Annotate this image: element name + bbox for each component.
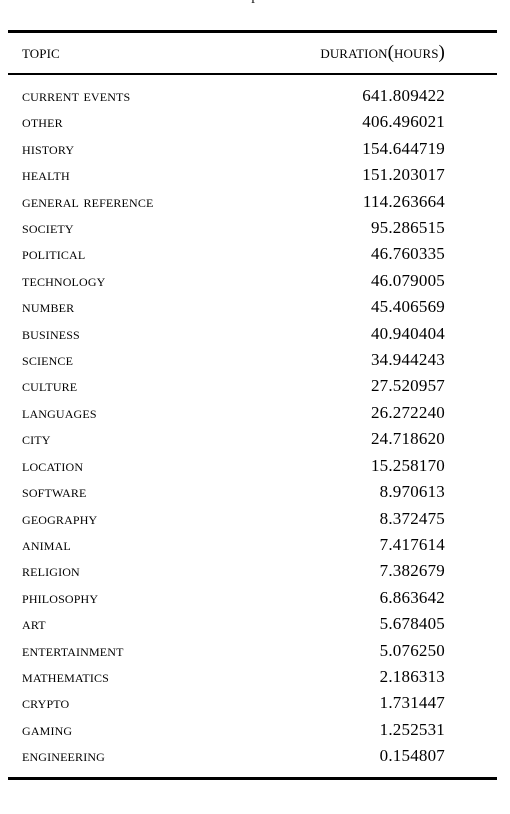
cell-topic: Health: [22, 165, 70, 185]
table-row: Number 45.406569: [8, 294, 497, 320]
table-row: Engineering 0.154807: [8, 743, 497, 776]
cell-topic: Current Events: [22, 86, 131, 105]
cell-duration: 6.863642: [379, 587, 445, 607]
cell-topic: Software: [22, 482, 87, 502]
table-row: Culture 27.520957: [8, 373, 497, 399]
cell-duration: 95.286515: [370, 218, 445, 238]
cell-topic: City: [22, 429, 51, 449]
table-row: Technology 46.079005: [8, 268, 497, 294]
cell-topic: Geography: [22, 508, 98, 528]
cell-topic: Languages: [22, 402, 97, 422]
table-row: Political 46.760335: [8, 241, 497, 267]
cell-duration: 7.382679: [379, 561, 445, 581]
table-row: Software 8.970613: [8, 479, 497, 505]
cell-duration: 27.520957: [370, 376, 445, 396]
cell-duration: 26.272240: [370, 402, 445, 422]
topic-duration-table: Topic Duration(hours) Current Events 641.…: [8, 30, 497, 780]
cell-duration: 8.970613: [379, 482, 445, 502]
table-row: Science 34.944243: [8, 347, 497, 373]
cell-topic: Location: [22, 455, 84, 475]
table-row: Geography 8.372475: [8, 506, 497, 532]
cell-duration: 151.203017: [362, 165, 445, 185]
column-header-row: Topic Duration(hours): [8, 33, 497, 73]
table-row: Entertainment 5.076250: [8, 638, 497, 664]
table-row: History 154.644719: [8, 136, 497, 162]
table-row: Philosophy 6.863642: [8, 585, 497, 611]
cell-topic: Business: [22, 323, 80, 343]
cell-duration: 8.372475: [379, 508, 445, 528]
cell-topic: Gaming: [22, 719, 73, 739]
bottom-rule: [8, 776, 497, 780]
cell-topic: Entertainment: [22, 640, 124, 660]
cell-duration: 34.944243: [370, 350, 445, 370]
cell-duration: 46.760335: [370, 244, 445, 264]
table-row: Mathematics 2.186313: [8, 664, 497, 690]
cell-topic: Crypto: [22, 693, 70, 713]
cell-topic: Other: [22, 112, 63, 132]
table-row: Crypto 1.731447: [8, 690, 497, 716]
table-row: Gaming 1.252531: [8, 717, 497, 743]
table-page: p Topic Duration(hours) Cur: [0, 0, 510, 814]
table-row: Current Events 641.809422: [8, 75, 497, 109]
column-header-topic: Topic: [22, 42, 60, 63]
cell-duration: 154.644719: [362, 138, 445, 158]
cell-duration: 7.417614: [379, 534, 445, 554]
cell-topic: Culture: [22, 376, 78, 396]
cell-duration: 2.186313: [379, 666, 445, 686]
cell-topic: General Reference: [22, 191, 154, 211]
cell-topic: Religion: [22, 561, 80, 581]
cell-duration: 641.809422: [362, 86, 445, 105]
cell-duration: 1.252531: [379, 719, 445, 739]
cell-duration: 24.718620: [370, 429, 445, 449]
table-body: Current Events 641.809422 Other 406.496021 H…: [8, 75, 497, 777]
cell-topic: Philosophy: [22, 587, 99, 607]
table-row: Art 5.678405: [8, 611, 497, 637]
cell-duration: 114.263664: [362, 191, 445, 211]
table-row: Society 95.286515: [8, 215, 497, 241]
cell-topic: Technology: [22, 270, 106, 290]
cell-topic: Art: [22, 614, 46, 634]
cell-duration: 5.678405: [379, 614, 445, 634]
cell-duration: 15.258170: [370, 455, 445, 475]
table-row: Animal 7.417614: [8, 532, 497, 558]
cell-topic: Mathematics: [22, 666, 109, 686]
cell-duration: 45.406569: [370, 297, 445, 317]
cell-topic: Society: [22, 218, 74, 238]
cell-duration: 1.731447: [379, 693, 445, 713]
cell-topic: Animal: [22, 534, 71, 554]
table-container: Topic Duration(hours) Current Events 641.…: [8, 30, 497, 780]
table-header: Topic Duration(hours): [8, 30, 497, 75]
table-row: Religion 7.382679: [8, 558, 497, 584]
cell-topic: Political: [22, 244, 86, 264]
table-row: Business 40.940404: [8, 321, 497, 347]
table-row: Languages 26.272240: [8, 400, 497, 426]
cell-topic: Number: [22, 297, 75, 317]
bottom-rule-row: [8, 776, 497, 780]
bottom-rule-cell: [8, 776, 497, 780]
cell-topic: History: [22, 138, 75, 158]
caption-fragment: p: [0, 0, 510, 4]
cell-duration: 40.940404: [370, 323, 445, 343]
column-header-duration: Duration(hours): [320, 42, 445, 63]
cell-duration: 5.076250: [379, 640, 445, 660]
table-row: Other 406.496021: [8, 109, 497, 135]
table-row: Location 15.258170: [8, 453, 497, 479]
cell-topic: Engineering: [22, 746, 105, 766]
table-row: Health 151.203017: [8, 162, 497, 188]
cell-duration: 406.496021: [362, 112, 445, 132]
table-row: City 24.718620: [8, 426, 497, 452]
table-row: General Reference 114.263664: [8, 189, 497, 215]
cell-duration: 0.154807: [379, 746, 445, 766]
table-footer: [8, 776, 497, 780]
cell-duration: 46.079005: [370, 270, 445, 290]
cell-topic: Science: [22, 350, 74, 370]
